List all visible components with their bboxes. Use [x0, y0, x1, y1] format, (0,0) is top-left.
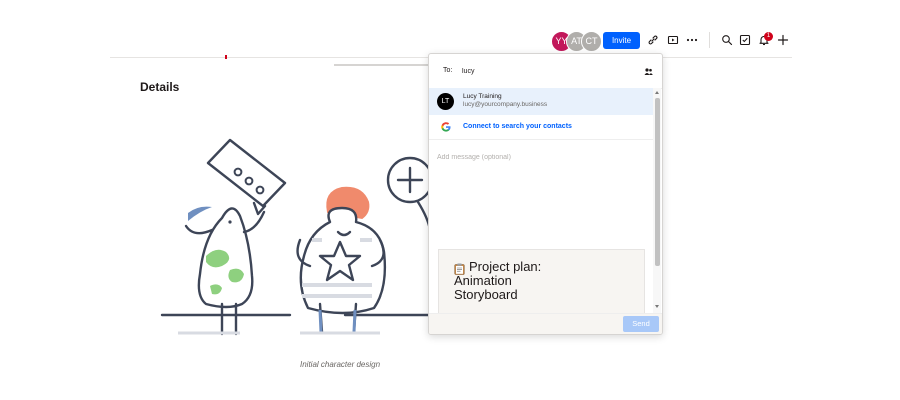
checkbox-icon[interactable] — [739, 34, 751, 46]
recipient-input[interactable] — [462, 64, 632, 78]
to-label: To: — [443, 67, 453, 74]
contacts-icon[interactable] — [644, 67, 653, 76]
toolbar-divider — [709, 32, 710, 48]
contact-name: Lucy Training — [463, 93, 502, 100]
more-icon[interactable] — [686, 34, 698, 46]
search-icon[interactable] — [721, 34, 733, 46]
avatar: LT — [437, 93, 454, 110]
document-divider-right — [662, 57, 792, 58]
message-input[interactable] — [437, 150, 647, 164]
file-preview-card: Project plan: Animation Storyboard — [438, 249, 645, 317]
scroll-up-arrow[interactable] — [655, 91, 659, 94]
connect-google-contacts[interactable]: Connect to search your contacts — [429, 115, 654, 140]
invite-button[interactable]: Invite — [603, 32, 640, 49]
character-illustration — [160, 138, 434, 336]
preview-title: Project plan: Animation Storyboard — [454, 259, 542, 302]
section-heading: Details — [140, 80, 180, 94]
progress-bar — [334, 64, 428, 66]
contact-suggestion[interactable]: LT Lucy Training lucy@yourcompany.busine… — [429, 88, 654, 115]
google-icon — [441, 122, 451, 132]
image-caption: Initial character design — [300, 360, 381, 369]
link-icon[interactable] — [647, 34, 659, 46]
plus-icon[interactable] — [777, 34, 789, 46]
notification-badge: 1 — [764, 32, 773, 41]
document-divider — [110, 57, 430, 58]
avatar-ct[interactable]: CT — [581, 31, 602, 52]
connect-contacts-link[interactable]: Connect to search your contacts — [463, 123, 572, 130]
scrollbar-thumb[interactable] — [655, 98, 660, 266]
recipient-row: To: — [429, 54, 662, 89]
contact-email: lucy@yourcompany.business — [463, 101, 548, 108]
scroll-down-arrow[interactable] — [655, 305, 659, 308]
present-icon[interactable] — [667, 34, 679, 46]
comment-marker — [225, 55, 227, 59]
share-popover: To: LT Lucy Training lucy@yourcompany.bu… — [428, 53, 663, 335]
send-button[interactable]: Send — [623, 316, 659, 332]
